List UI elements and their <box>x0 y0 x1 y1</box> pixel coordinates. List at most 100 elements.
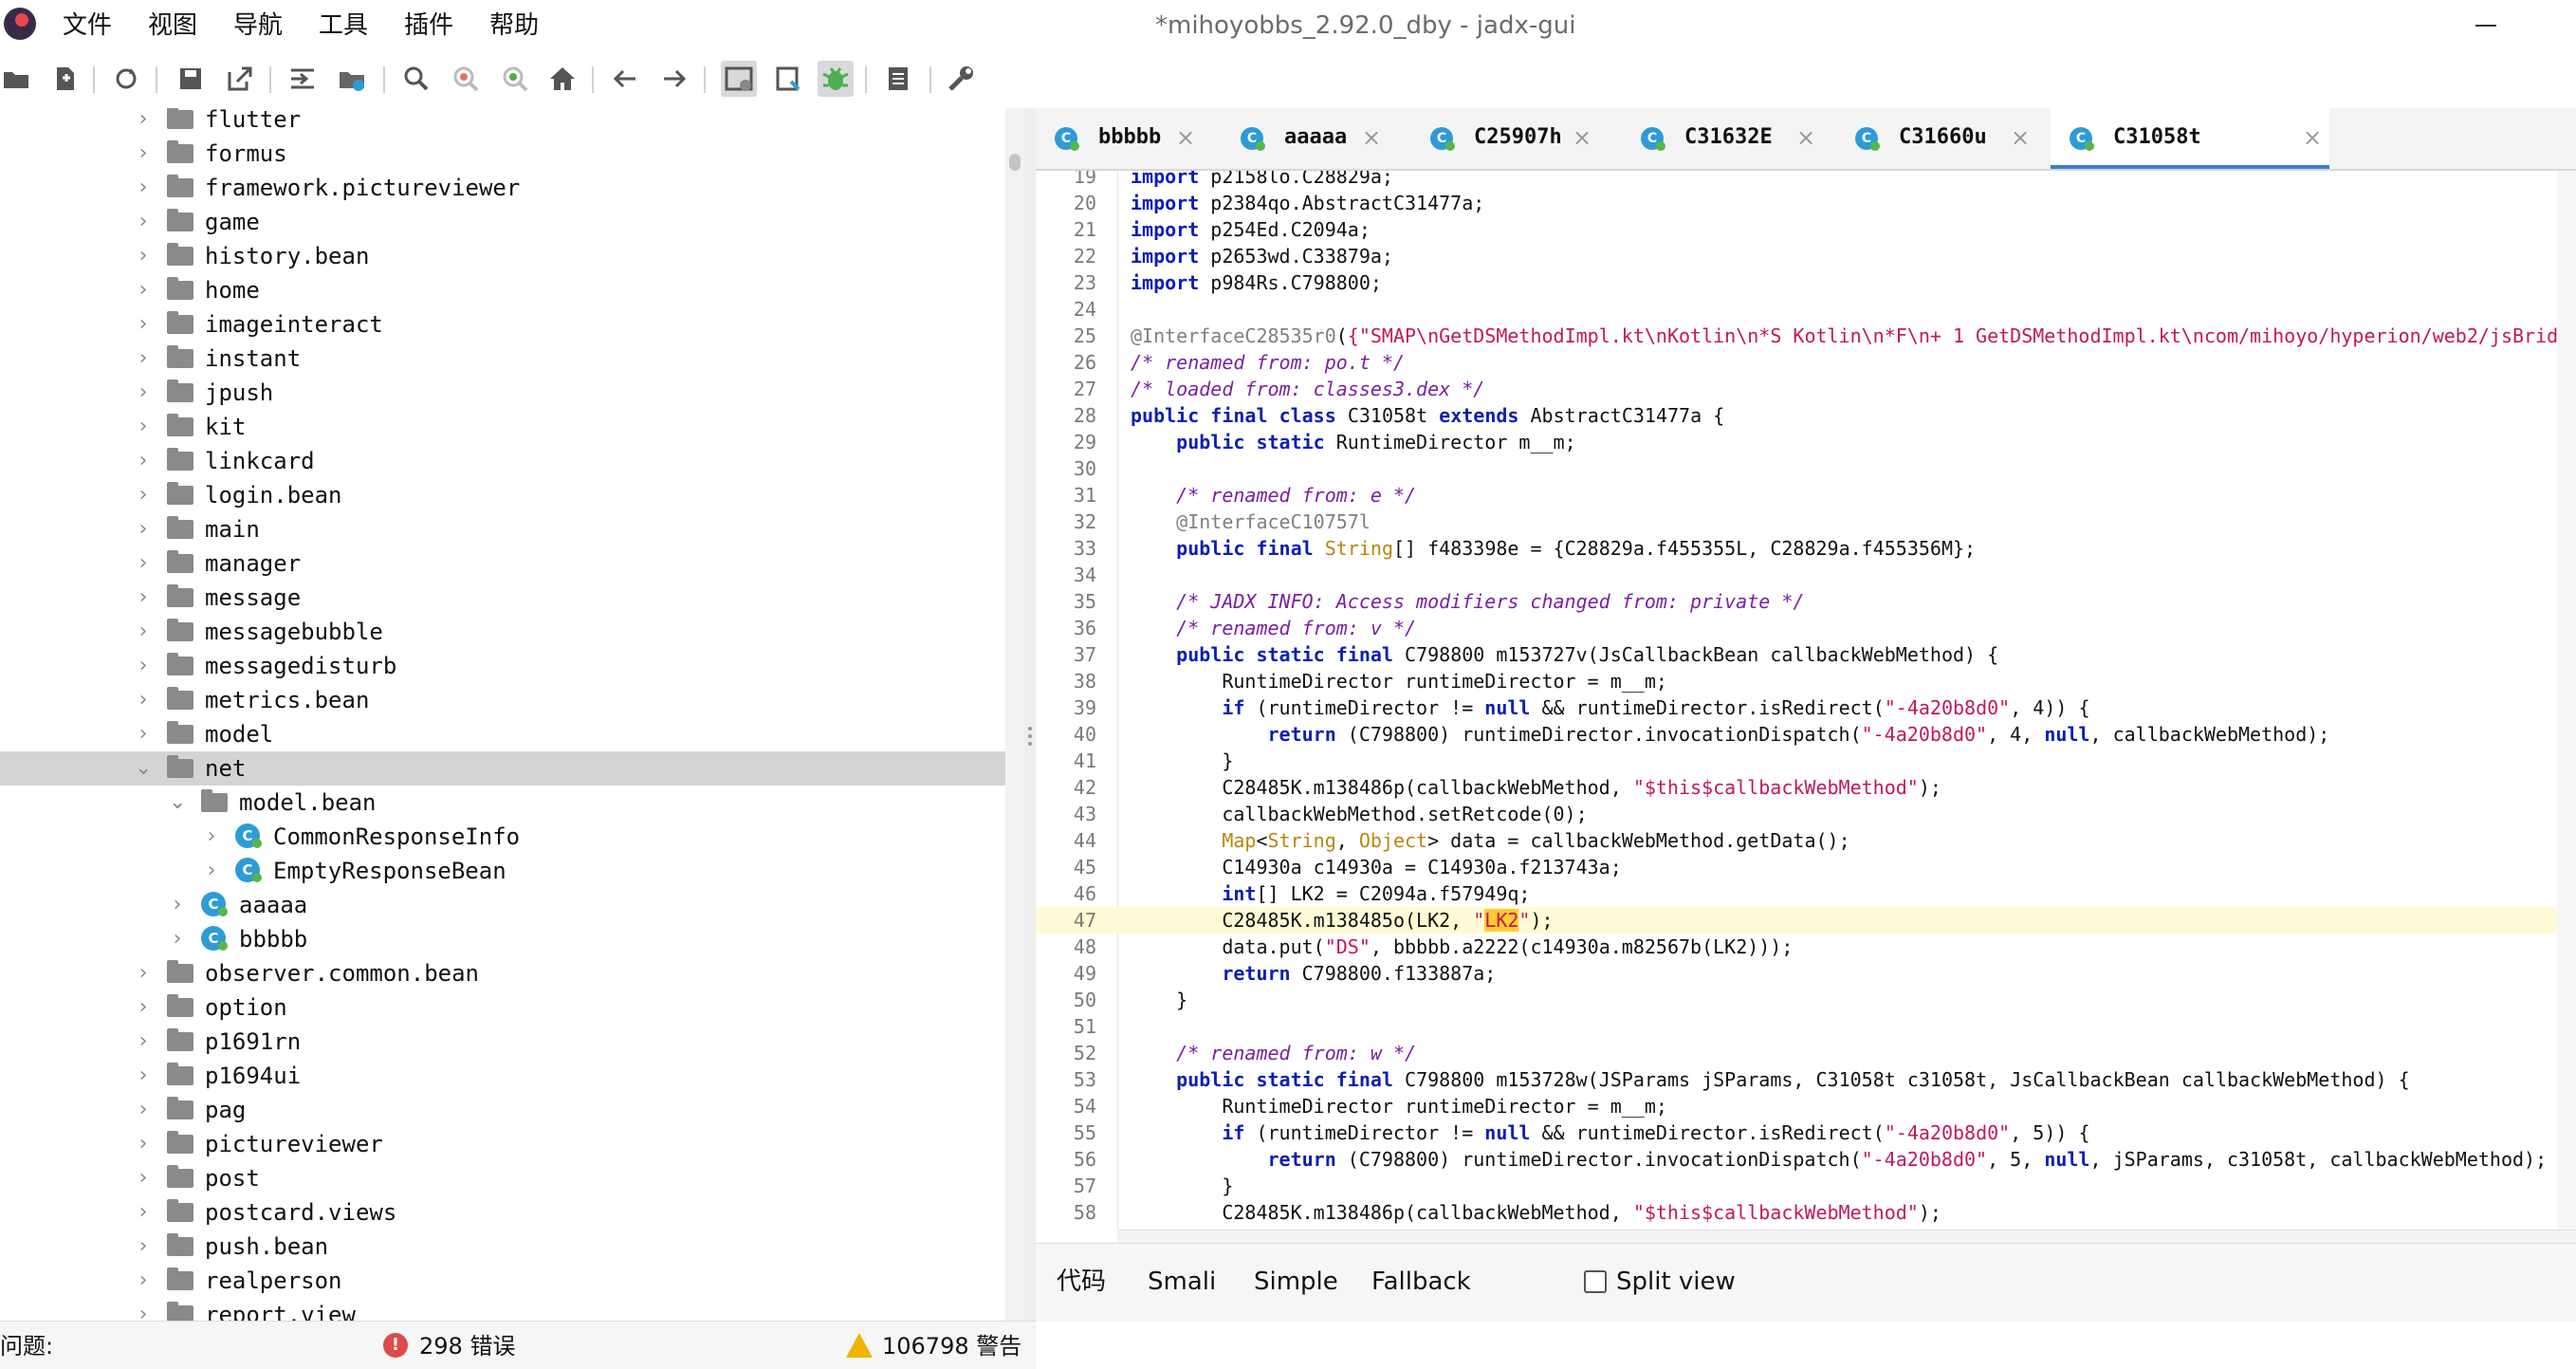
tree-item[interactable]: › pictureviewer <box>0 1127 1005 1161</box>
chevron-right-icon[interactable]: › <box>135 484 152 507</box>
tab-code[interactable]: 代码 <box>1057 1265 1106 1299</box>
chevron-right-icon[interactable]: › <box>135 313 152 336</box>
chevron-right-icon[interactable]: › <box>135 1167 152 1190</box>
split-divider[interactable] <box>1024 108 1036 1321</box>
settings-icon[interactable] <box>947 65 975 93</box>
code-line[interactable]: 48 data.put("DS", bbbbb.a2222(c14930a.m8… <box>1036 934 2576 960</box>
code-line[interactable]: 55 if (runtimeDirector != null && runtim… <box>1036 1119 2576 1146</box>
chevron-right-icon[interactable]: › <box>135 279 152 302</box>
tree-item[interactable]: › game <box>0 205 1005 239</box>
tree-item[interactable]: › kit <box>0 410 1005 444</box>
code-line[interactable]: 28 public final class C31058t extends Abs… <box>1036 402 2576 429</box>
search-icon[interactable] <box>402 65 431 93</box>
tree-item[interactable]: › C CommonResponseInfo <box>0 820 1005 854</box>
tree-item[interactable]: › pag <box>0 1093 1005 1127</box>
chevron-right-icon[interactable]: › <box>135 176 152 199</box>
chevron-right-icon[interactable]: › <box>135 245 152 268</box>
chevron-right-icon[interactable]: › <box>135 655 152 677</box>
tree-item[interactable]: ⌄ model.bean <box>0 786 1005 820</box>
menu-help[interactable]: 帮助 <box>489 9 539 42</box>
back-icon[interactable] <box>611 65 639 93</box>
tree-item[interactable]: › model <box>0 717 1005 751</box>
tree-item[interactable]: › framework.pictureviewer <box>0 171 1005 205</box>
home-icon[interactable] <box>548 65 577 93</box>
chevron-right-icon[interactable]: › <box>135 108 152 131</box>
tab-simple[interactable]: Simple <box>1254 1265 1338 1299</box>
tree-item[interactable]: ⌄ net <box>0 751 1005 786</box>
code-line[interactable]: 39 if (runtimeDirector != null && runtim… <box>1036 694 2576 721</box>
chevron-right-icon[interactable]: › <box>135 1133 152 1156</box>
tab-close-icon[interactable]: × <box>1176 121 1195 154</box>
tree-item[interactable]: › metrics.bean <box>0 683 1005 717</box>
tree-item[interactable]: › imageinteract <box>0 307 1005 342</box>
chevron-right-icon[interactable]: › <box>135 1030 152 1053</box>
menu-file[interactable]: 文件 <box>63 9 112 42</box>
tree-item[interactable]: › history.bean <box>0 239 1005 273</box>
chevron-down-icon[interactable]: ⌄ <box>135 757 152 780</box>
tree-item[interactable]: › flutter <box>0 108 1005 137</box>
chevron-right-icon[interactable]: › <box>135 586 152 609</box>
chevron-right-icon[interactable]: › <box>135 518 152 541</box>
code-line[interactable]: 21 import p254Ed.C2094a; <box>1036 216 2576 243</box>
code-line[interactable]: 27 /* loaded from: classes3.dex */ <box>1036 376 2576 402</box>
code-line[interactable]: 58 C28485K.m138486p(callbackWebMethod, "… <box>1036 1199 2576 1226</box>
chevron-right-icon[interactable]: › <box>135 1304 152 1322</box>
code-line[interactable]: 22 import p2653wd.C33879a; <box>1036 243 2576 269</box>
code-line[interactable]: 35 /* JADX INFO: Access modifiers change… <box>1036 588 2576 615</box>
code-line[interactable]: 33 public final String[] f483398e = {C28… <box>1036 535 2576 562</box>
tab-c25907h[interactable]: C C25907h × <box>1411 108 1622 169</box>
tab-c31632e[interactable]: C C31632E × <box>1622 108 1836 169</box>
code-line[interactable]: 52 /* renamed from: w */ <box>1036 1040 2576 1066</box>
menu-navigation[interactable]: 导航 <box>233 9 283 42</box>
chevron-right-icon[interactable]: › <box>135 1064 152 1087</box>
code-line[interactable]: 49 return C798800.f133887a; <box>1036 960 2576 987</box>
tree-item[interactable]: › observer.common.bean <box>0 956 1005 990</box>
chevron-right-icon[interactable]: › <box>135 723 152 746</box>
code-line[interactable]: 57 } <box>1036 1173 2576 1199</box>
add-file-icon[interactable] <box>51 65 80 93</box>
code-area[interactable]: 19 import p2158lo.C28829a; 20 import p2384q… <box>1036 171 2576 1230</box>
tree-item[interactable]: › realperson <box>0 1264 1005 1298</box>
chevron-right-icon[interactable]: › <box>135 1235 152 1258</box>
search-text-icon[interactable] <box>451 65 480 93</box>
code-line[interactable]: 20 import p2384qo.AbstractC31477a; <box>1036 190 2576 216</box>
code-line[interactable]: 46 int[] LK2 = C2094a.f57949q; <box>1036 880 2576 907</box>
code-line[interactable]: 41 } <box>1036 748 2576 774</box>
code-line[interactable]: 56 return (C798800) runtimeDirector.invo… <box>1036 1146 2576 1173</box>
minimize-icon[interactable] <box>2475 25 2496 27</box>
code-line[interactable]: 51 <box>1036 1013 2576 1040</box>
search-class-icon[interactable] <box>501 65 529 93</box>
tab-close-icon[interactable]: × <box>1573 121 1592 154</box>
tab-c31058t[interactable]: C C31058t × <box>2051 108 2329 169</box>
tab-smali[interactable]: Smali <box>1148 1265 1216 1299</box>
tree-item[interactable]: › main <box>0 512 1005 546</box>
chevron-right-icon[interactable]: › <box>135 211 152 233</box>
chevron-right-icon[interactable]: › <box>135 552 152 575</box>
tree-item[interactable]: › login.bean <box>0 478 1005 512</box>
code-line[interactable]: 38 RuntimeDirector runtimeDirector = m__… <box>1036 668 2576 694</box>
tree-item[interactable]: › C EmptyResponseBean <box>0 854 1005 888</box>
menu-tools[interactable]: 工具 <box>319 9 368 42</box>
tree-item[interactable]: › message <box>0 581 1005 615</box>
code-line[interactable]: 36 /* renamed from: v */ <box>1036 615 2576 641</box>
tab-bbbbb[interactable]: C bbbbb × <box>1036 108 1222 169</box>
deobfuscation-icon[interactable] <box>721 61 757 97</box>
chevron-right-icon[interactable]: › <box>135 1099 152 1121</box>
code-line[interactable]: 54 RuntimeDirector runtimeDirector = m__… <box>1036 1093 2576 1119</box>
code-line[interactable]: 53 public static final C798800 m153728w(… <box>1036 1066 2576 1093</box>
code-line[interactable]: 29 public static RuntimeDirector m__m; <box>1036 429 2576 455</box>
go-to-line-icon[interactable] <box>288 65 317 93</box>
error-count[interactable]: 298 错误 <box>419 1331 515 1361</box>
code-line[interactable]: 24 <box>1036 296 2576 323</box>
chevron-right-icon[interactable]: › <box>169 928 186 951</box>
tab-fallback[interactable]: Fallback <box>1371 1265 1471 1299</box>
code-line[interactable]: 19 import p2158lo.C28829a; <box>1036 171 2576 190</box>
tab-aaaaa[interactable]: C aaaaa × <box>1222 108 1411 169</box>
tab-close-icon[interactable]: × <box>1796 121 1815 154</box>
chevron-down-icon[interactable]: ⌄ <box>169 791 186 814</box>
chevron-right-icon[interactable]: › <box>135 347 152 370</box>
menu-view[interactable]: 视图 <box>148 9 197 42</box>
code-line[interactable]: 44 Map<String, Object> data = callbackWe… <box>1036 827 2576 854</box>
tree-item[interactable]: › option <box>0 990 1005 1025</box>
code-line[interactable]: 34 <box>1036 562 2576 588</box>
